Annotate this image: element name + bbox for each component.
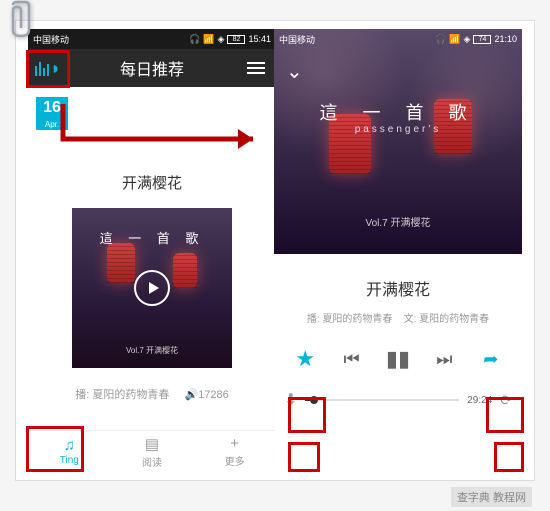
book-icon: ▤ [145,435,159,453]
author-prefix: 播 [75,389,86,401]
paperclip-decoration [5,0,35,40]
status-bar: 中国移动 🎧 📶 ◈ 82 15:41 [28,29,276,49]
tab-bar: ♫ Ting ▤ 阅读 + 更多 [28,430,276,472]
tab-label: 更多 [225,453,245,468]
battery-icon: 82 [227,35,245,44]
download-icon[interactable]: ⬇ [284,390,297,410]
signal-icon: 📶 [449,34,460,45]
menu-icon[interactable] [236,62,276,74]
album-cover[interactable]: 這 一 首 歌 Vol.7 开满樱花 [72,208,232,368]
back-icon[interactable]: ⌄ [286,59,303,84]
play-icon[interactable] [134,270,170,306]
date-badge[interactable]: 16 Apr. [36,97,68,130]
share-button[interactable]: ➦ [475,343,507,375]
clock-label: 15:41 [248,34,271,44]
equalizer-icon[interactable]: ◗ [28,49,68,87]
hero-image: 中国移动 🎧 📶 ◈ 74 21:10 ⌄ 這 一 首 歌 passenger'… [274,29,522,254]
lantern-decoration [107,243,135,283]
phone-left: 中国移动 🎧 📶 ◈ 82 15:41 ◗ 每日推荐 16 Apr. 开满樱花 … [28,29,276,472]
section-title: 开满樱花 [28,172,276,193]
carrier-label: 中国移动 [279,33,435,46]
battery-icon: 74 [473,35,491,44]
plus-icon: + [230,435,239,452]
lantern-decoration [173,253,197,288]
app-header: ◗ 每日推荐 [28,49,276,87]
status-icons: 🎧 📶 ◈ 74 21:10 [435,34,517,45]
status-icons: 🎧 📶 ◈ 82 15:41 [189,34,271,45]
pause-button[interactable]: ▮▮ [382,343,414,375]
tutorial-card: 中国移动 🎧 📶 ◈ 82 15:41 ◗ 每日推荐 16 Apr. 开满樱花 … [15,20,535,481]
date-day: 16 [36,97,68,119]
wifi-icon: ◈ [218,34,225,45]
hero-title: 這 一 首 歌 [274,99,522,125]
play-count: 17286 [198,389,229,401]
author-name: 夏阳的药物青春 [92,389,169,401]
hero-subtitle: passenger's [274,124,522,135]
hero-volume: Vol.7 开满樱花 [274,214,522,229]
tab-ting[interactable]: ♫ Ting [28,431,111,472]
track-title: 开满樱花 [274,276,522,300]
progress-row: ⬇ 29:24 ⟳ [274,390,522,410]
album-title: 這 一 首 歌 [72,228,232,247]
prev-button[interactable]: ⏮ [336,343,368,375]
tab-label: 阅读 [142,454,162,469]
date-month: Apr. [36,119,68,130]
music-note-icon: ♫ [64,437,75,454]
player-controls: ★ ⏮ ▮▮ ⏭ ➦ [274,343,522,375]
carrier-label: 中国移动 [33,33,189,46]
tab-more[interactable]: + 更多 [193,431,276,472]
tab-read[interactable]: ▤ 阅读 [111,431,194,472]
clock-label: 21:10 [494,34,517,44]
signal-icon: 📶 [203,34,214,45]
meta-info: 播: 夏阳的药物青春 🔊17286 [28,386,276,402]
progress-handle[interactable] [310,396,318,404]
tab-label: Ting [60,455,79,466]
watermark: 查字典 教程网 [451,487,532,507]
album-subtitle: Vol.7 开满樱花 [72,345,232,356]
play-count-icon: 🔊 [184,389,198,401]
header-title: 每日推荐 [68,56,236,80]
wifi-icon: ◈ [464,34,471,45]
headphone-icon: 🎧 [189,34,200,45]
phone-right: 中国移动 🎧 📶 ◈ 74 21:10 ⌄ 這 一 首 歌 passenger'… [274,29,522,472]
loop-icon[interactable]: ⟳ [500,392,512,409]
headphone-icon: 🎧 [435,34,446,45]
track-meta: 播: 夏阳的药物青春 文: 夏阳的药物青春 [274,310,522,325]
next-button[interactable]: ⏭ [428,343,460,375]
favorite-button[interactable]: ★ [289,343,321,375]
status-bar: 中国移动 🎧 📶 ◈ 74 21:10 [274,29,522,49]
time-label: 29:24 [467,395,492,406]
progress-bar[interactable] [305,399,459,401]
